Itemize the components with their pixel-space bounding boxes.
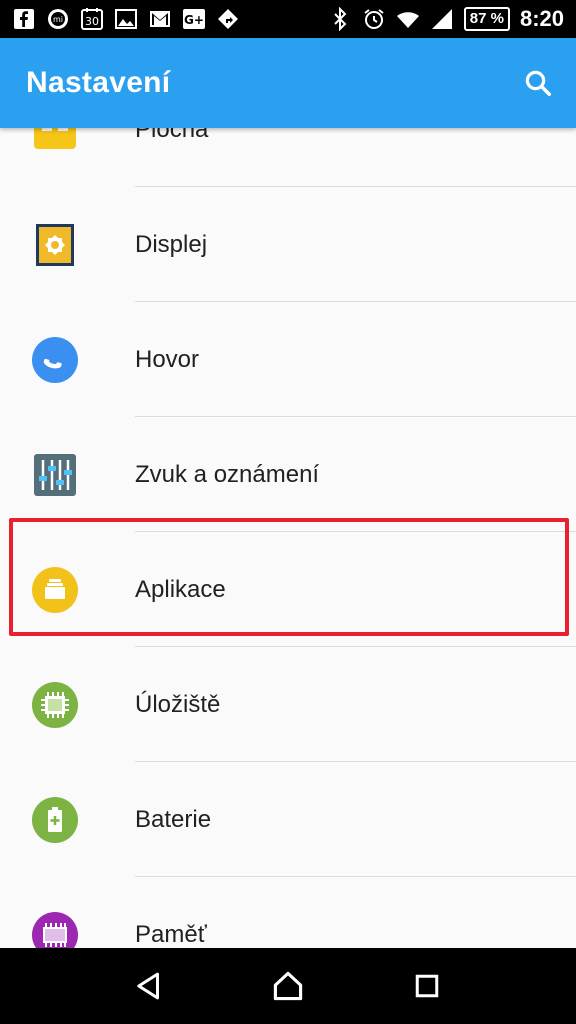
wifi-icon — [396, 7, 420, 31]
app-bar: Nastavení — [0, 38, 576, 128]
search-icon — [525, 70, 551, 96]
settings-item-uloziste[interactable]: Úložiště — [0, 647, 576, 762]
home-icon — [273, 971, 303, 1001]
home-button[interactable] — [263, 961, 313, 1011]
google-plus-icon: G+ — [182, 7, 206, 31]
mi-text: mi — [53, 15, 63, 24]
alarm-icon — [362, 7, 386, 31]
signal-icon — [430, 7, 454, 31]
settings-item-plocha[interactable]: Plocha — [0, 128, 576, 187]
storage-icon — [32, 682, 78, 728]
page-title: Nastavení — [26, 66, 171, 99]
calendar-icon: 30 — [80, 7, 104, 31]
navigation-bar — [0, 948, 576, 1024]
settings-item-label: Aplikace — [135, 576, 226, 603]
status-bar: mi 30 G+ 87 % 8:20 — [0, 0, 576, 38]
bluetooth-icon — [328, 7, 352, 31]
home-screen-icon — [32, 128, 78, 153]
battery-status: 87 % — [463, 7, 510, 31]
phone-icon — [32, 337, 78, 383]
settings-item-label: Zvuk a oznámení — [135, 461, 320, 488]
settings-item-baterie[interactable]: Baterie — [0, 762, 576, 877]
gmail-icon — [148, 7, 172, 31]
recents-button[interactable] — [402, 961, 452, 1011]
system-status: 87 % 8:20 — [328, 6, 564, 32]
settings-item-pamet[interactable]: Paměť — [0, 877, 576, 948]
apps-icon — [32, 567, 78, 613]
notification-icons: mi 30 G+ — [12, 7, 240, 31]
facebook-icon — [12, 7, 36, 31]
gallery-icon — [114, 7, 138, 31]
settings-item-label: Paměť — [135, 921, 207, 948]
sound-sliders-icon — [32, 452, 78, 498]
settings-item-label: Plocha — [135, 128, 209, 143]
clock: 8:20 — [519, 6, 564, 31]
settings-item-label: Úložiště — [135, 691, 221, 718]
back-button[interactable] — [124, 961, 174, 1011]
settings-item-label: Displej — [135, 231, 208, 258]
settings-screen: mi 30 G+ 87 % 8:20 Nastavení Plocha Disp… — [0, 0, 576, 1024]
search-button[interactable] — [518, 63, 558, 103]
settings-item-hovor[interactable]: Hovor — [0, 302, 576, 417]
settings-list[interactable]: Plocha Displej Hovor Zvuk a oznámení Apl… — [0, 128, 576, 948]
back-icon — [137, 972, 160, 1000]
settings-item-aplikace[interactable]: Aplikace — [0, 532, 576, 647]
display-icon — [32, 222, 78, 268]
maps-icon — [216, 7, 240, 31]
recents-icon — [415, 974, 438, 998]
calendar-day: 30 — [85, 15, 99, 28]
mi-icon: mi — [46, 7, 70, 31]
settings-item-label: Hovor — [135, 346, 200, 373]
settings-item-zvuk[interactable]: Zvuk a oznámení — [0, 417, 576, 532]
memory-icon — [32, 912, 78, 948]
battery-icon — [32, 797, 78, 843]
google-plus-text: G+ — [184, 13, 204, 27]
settings-item-label: Baterie — [135, 806, 212, 833]
settings-item-displej[interactable]: Displej — [0, 187, 576, 302]
